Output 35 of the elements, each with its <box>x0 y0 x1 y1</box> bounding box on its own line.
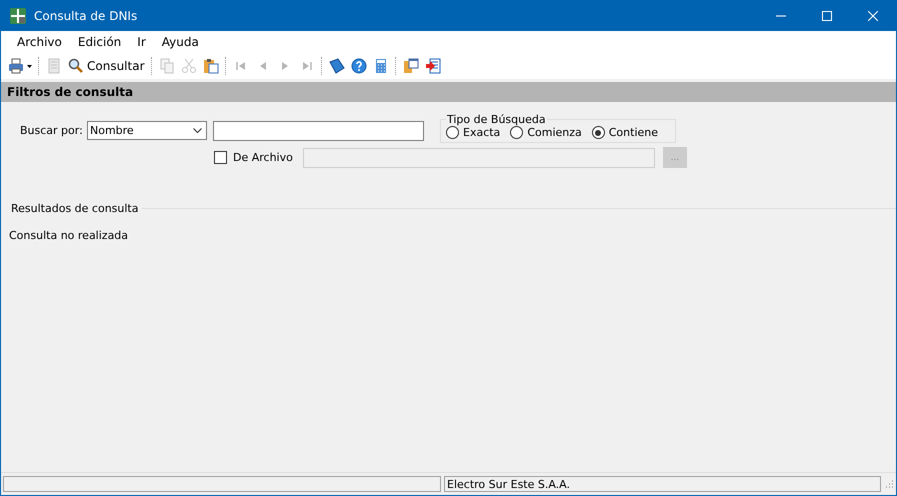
close-icon <box>868 10 878 20</box>
group-title: Tipo de Búsqueda <box>446 113 547 126</box>
clipboard-icon <box>202 58 219 74</box>
app-icon <box>10 8 26 24</box>
radio-button[interactable] <box>446 126 459 139</box>
section-header: Filtros de consulta <box>1 82 896 102</box>
help-icon <box>350 58 367 74</box>
results-title: Resultados de consulta <box>11 202 138 215</box>
radio-button[interactable] <box>592 126 605 139</box>
toolbar-button[interactable]: Consultar <box>65 55 148 77</box>
printer-icon <box>8 58 24 74</box>
radio-option[interactable]: Contiene <box>592 126 658 139</box>
menu-item[interactable]: Edición <box>70 35 130 49</box>
radio-option[interactable]: Exacta <box>446 126 500 139</box>
document-icon <box>46 58 62 74</box>
menu-item[interactable]: Ir <box>129 35 154 49</box>
field-label: Buscar por: <box>20 124 84 137</box>
status-panel: Electro Sur Este S.A.A. <box>444 476 881 492</box>
windows-icon <box>402 58 419 74</box>
resize-grip-icon[interactable] <box>884 479 894 489</box>
checkbox-label: De Archivo <box>233 151 293 164</box>
copy-icon <box>158 58 175 74</box>
chevron-icon <box>193 128 202 134</box>
exit-icon <box>424 58 441 74</box>
search-field[interactable] <box>213 121 424 141</box>
menu-item[interactable]: Archivo <box>9 35 70 49</box>
maximize-icon <box>822 10 832 20</box>
window-title: Consulta de DNIs <box>34 8 138 22</box>
radio-button[interactable] <box>510 126 524 139</box>
scissors-icon <box>180 58 197 74</box>
radio-option[interactable]: Comienza <box>510 126 582 139</box>
dropdown[interactable]: Nombre <box>87 121 207 140</box>
status-message: Consulta no realizada <box>9 229 130 242</box>
search-icon <box>68 58 84 74</box>
menu-item[interactable]: Ayuda <box>154 35 207 49</box>
